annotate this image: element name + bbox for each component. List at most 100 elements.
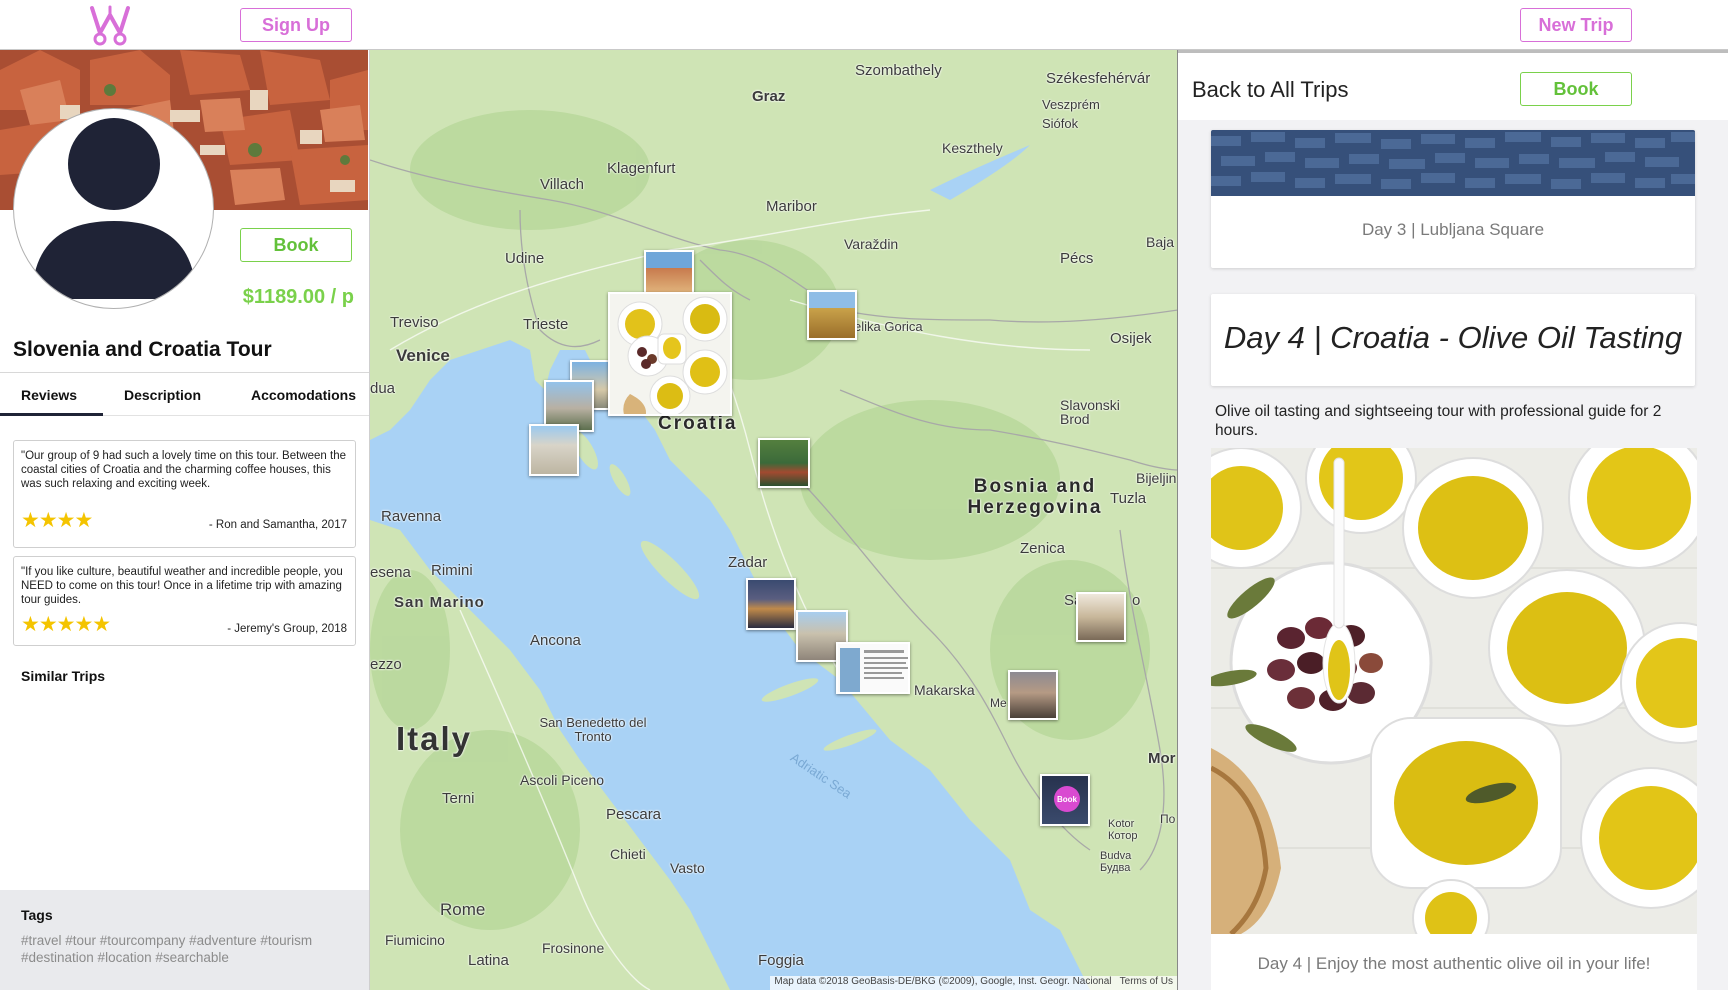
map-label-kotor: Kotor Котор xyxy=(1108,818,1138,842)
day-description: Olive oil tasting and sightseeing tour w… xyxy=(1215,403,1662,439)
map-label-frosinone: Frosinone xyxy=(542,940,605,956)
map-label-baja: Baja xyxy=(1146,234,1175,250)
star-rating: ★★★★ xyxy=(21,509,93,532)
map-label-vasto: Vasto xyxy=(670,860,705,876)
day-title: Day 4 | Croatia - Olive Oil Tasting xyxy=(1223,320,1683,355)
map-label-ancona: Ancona xyxy=(530,632,581,649)
map-label-chieti: Chieti xyxy=(610,846,646,862)
map-label-szekesfehervar: Székesfehérvár xyxy=(1046,70,1151,87)
map-label-veszprem: Veszprém xyxy=(1042,97,1100,112)
map-marker-split[interactable] xyxy=(836,642,910,694)
review-author: - Ron and Samantha, 2017 xyxy=(208,519,347,531)
itinerary-header: Back to All Trips Book xyxy=(1178,50,1728,120)
map-label-klagenfurt: Klagenfurt xyxy=(607,160,676,177)
tour-detail-panel: Book $1189.00 / p Slovenia and Croatia T… xyxy=(0,50,370,990)
review-author: - Jeremy's Group, 2018 xyxy=(227,623,347,635)
map-label-terni: Terni xyxy=(442,790,475,807)
map-label-fiumicino: Fiumicino xyxy=(385,932,445,948)
similar-trips-heading: Similar Trips xyxy=(21,668,106,684)
map-label-italy: Italy xyxy=(396,720,473,757)
map-label-croatia: Croatia xyxy=(658,413,738,434)
map-label-san-marino: San Marino xyxy=(394,594,485,611)
map-label-slavonski-brod: Slavonski Brod xyxy=(1060,397,1120,427)
map-label-pescara: Pescara xyxy=(606,806,662,823)
star-rating: ★★★★★ xyxy=(21,613,111,636)
avatar xyxy=(13,108,214,309)
map-label-velika-gorica: elika Gorica xyxy=(854,319,923,334)
map-label-venice: Venice xyxy=(396,346,450,365)
map-label-tuzla: Tuzla xyxy=(1110,490,1147,507)
map-marker-ljubljana[interactable] xyxy=(644,250,694,294)
price: $1189.00 / p xyxy=(242,286,354,308)
map-label-maribor: Maribor xyxy=(766,198,817,215)
review-text: "If you like culture, beautiful weather … xyxy=(21,566,343,606)
map-label-udine: Udine xyxy=(505,250,545,267)
map-label-cesena: esena xyxy=(370,564,411,581)
day-photo xyxy=(1211,448,1697,934)
review-card: "If you like culture, beautiful weather … xyxy=(13,556,356,646)
map-label-metkovic: Me xyxy=(990,696,1007,710)
map-label-zenica: Zenica xyxy=(1020,540,1066,557)
map-marker-mostar[interactable] xyxy=(1008,670,1058,720)
sign-up-button[interactable]: Sign Up xyxy=(240,8,352,42)
map-label-bijeljina: Bijeljin xyxy=(1136,470,1177,486)
tour-title: Slovenia and Croatia Tour xyxy=(13,338,272,361)
map-marker-dubrovnik[interactable]: Book xyxy=(1040,774,1090,826)
map-label-graz: Graz xyxy=(752,88,786,105)
map-label-budva: Budva Будва xyxy=(1100,850,1132,874)
tab-description[interactable]: Description xyxy=(124,387,201,403)
map-marker-zagreb[interactable] xyxy=(807,290,857,340)
map-attribution: Map data ©2018 GeoBasis-DE/BKG (©2009), … xyxy=(770,976,1177,990)
map-label-pesaro: ezzo xyxy=(370,656,402,673)
map-label-sarajevo-end: o xyxy=(1132,592,1141,609)
map-label-mostar: Mor xyxy=(1148,750,1176,767)
w-logo-icon[interactable] xyxy=(86,3,134,47)
map-label-rimini: Rimini xyxy=(431,562,473,579)
tags-list: #travel #tour #tourcompany #adventure #t… xyxy=(21,933,313,965)
map-marker-plitvice[interactable] xyxy=(758,438,810,488)
day-caption: Day 3 | Lubljana Square xyxy=(1361,220,1545,239)
map-terms-link[interactable]: Terms of Us xyxy=(1120,976,1173,987)
book-badge[interactable]: Book xyxy=(1054,786,1080,812)
map-label-keszthely: Keszthely xyxy=(942,140,1003,156)
map-label-pecs: Pécs xyxy=(1060,250,1094,267)
map-label-ravenna: Ravenna xyxy=(381,508,442,525)
map-label-ascoli: Ascoli Piceno xyxy=(520,772,605,788)
map-label-villach: Villach xyxy=(540,176,584,193)
map[interactable]: Szombathely Székesfehérvár Graz Veszprém… xyxy=(370,50,1178,990)
day-caption-bar: Day 4 | Enjoy the most authentic olive o… xyxy=(1211,934,1697,990)
review-text: "Our group of 9 had such a lovely time o… xyxy=(21,450,346,490)
map-label-bosnia: Bosnia and Herzegovina xyxy=(967,476,1103,518)
day-caption: Day 4 | Enjoy the most authentic olive o… xyxy=(1257,954,1651,973)
day-card: Day 3 | Lubljana Square xyxy=(1211,130,1695,268)
map-attribution-text: Map data ©2018 GeoBasis-DE/BKG (©2009), … xyxy=(774,976,1112,987)
map-label-zadar: Zadar xyxy=(728,554,768,571)
top-bar: Sign Up New Trip xyxy=(0,0,1728,50)
map-marker-olive-oil[interactable] xyxy=(608,292,732,416)
map-label-podgorica: По xyxy=(1160,812,1176,826)
map-label-osijek: Osijek xyxy=(1110,330,1152,347)
map-label-treviso: Treviso xyxy=(390,314,439,331)
day-title-card: Day 4 | Croatia - Olive Oil Tasting xyxy=(1211,294,1695,386)
book-button[interactable]: Book xyxy=(1520,72,1632,106)
map-label-foggia: Foggia xyxy=(758,952,804,969)
map-marker-sarajevo[interactable] xyxy=(1076,592,1126,642)
tags-section: Tags #travel #tour #tourcompany #adventu… xyxy=(0,890,369,990)
map-base xyxy=(370,50,1177,990)
book-button[interactable]: Book xyxy=(240,228,352,262)
tab-bar: Reviews Description Accomodations xyxy=(0,372,369,416)
tab-reviews[interactable]: Reviews xyxy=(21,387,77,403)
map-label-szombathely: Szombathely xyxy=(855,62,942,79)
map-label-makarska: Makarska xyxy=(914,682,975,698)
map-label-san-benedetto: San Benedetto del Tronto xyxy=(539,715,647,744)
map-label-trieste: Trieste xyxy=(523,316,569,333)
new-trip-button[interactable]: New Trip xyxy=(1520,8,1632,42)
back-to-all-trips-link[interactable]: Back to All Trips xyxy=(1192,77,1349,103)
map-marker-pula[interactable] xyxy=(529,424,579,476)
tags-heading: Tags xyxy=(21,907,53,923)
map-label-latina: Latina xyxy=(468,952,509,969)
map-marker-zadar[interactable] xyxy=(746,578,796,630)
review-card: "Our group of 9 had such a lovely time o… xyxy=(13,440,356,548)
active-tab-indicator xyxy=(0,413,103,416)
tab-accommodations[interactable]: Accomodations xyxy=(251,387,356,403)
